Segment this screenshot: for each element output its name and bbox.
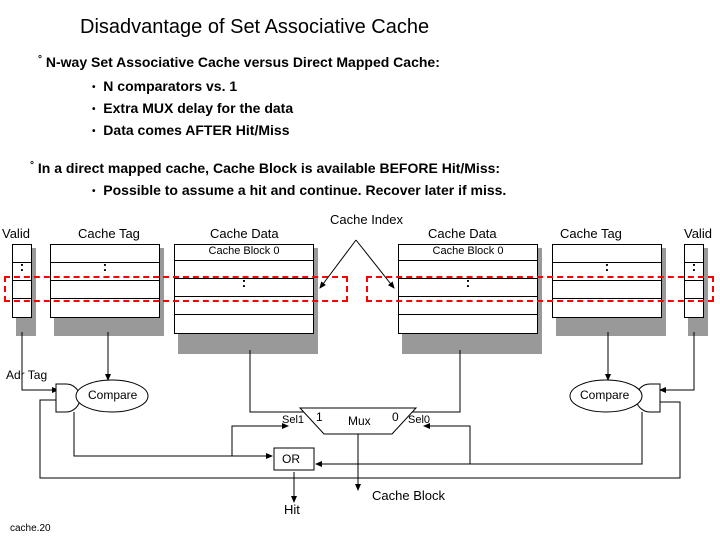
label-hit: Hit <box>284 502 300 517</box>
bullet-sub-1: • N comparators vs. 1 <box>92 78 237 94</box>
cache-diagram: Valid Cache Tag Cache Data Cache Index C… <box>0 220 720 540</box>
label-cache-block-out: Cache Block <box>372 488 445 503</box>
label-adr-tag: Adr Tag <box>6 368 47 382</box>
page-title: Disadvantage of Set Associative Cache <box>80 16 429 39</box>
label-sel0: Sel0 <box>408 414 430 426</box>
footer-note: cache.20 <box>10 523 51 534</box>
bullet-sub-2: • Extra MUX delay for the data <box>92 100 293 116</box>
label-zero: 0 <box>392 410 399 424</box>
label-sel1: Sel1 <box>282 414 304 426</box>
label-one: 1 <box>316 410 323 424</box>
bullet-sub-3: • Data comes AFTER Hit/Miss <box>92 122 290 138</box>
bullet-main-1: ° N-way Set Associative Cache versus Dir… <box>38 54 440 70</box>
label-compare-right: Compare <box>580 388 629 402</box>
label-or: OR <box>282 452 300 466</box>
bullet-main-2: ° In a direct mapped cache, Cache Block … <box>30 160 500 176</box>
label-compare-left: Compare <box>88 388 137 402</box>
wiring-svg <box>0 220 720 540</box>
label-mux: Mux <box>348 414 371 428</box>
bullet-main-2b: • Possible to assume a hit and continue.… <box>92 182 506 198</box>
